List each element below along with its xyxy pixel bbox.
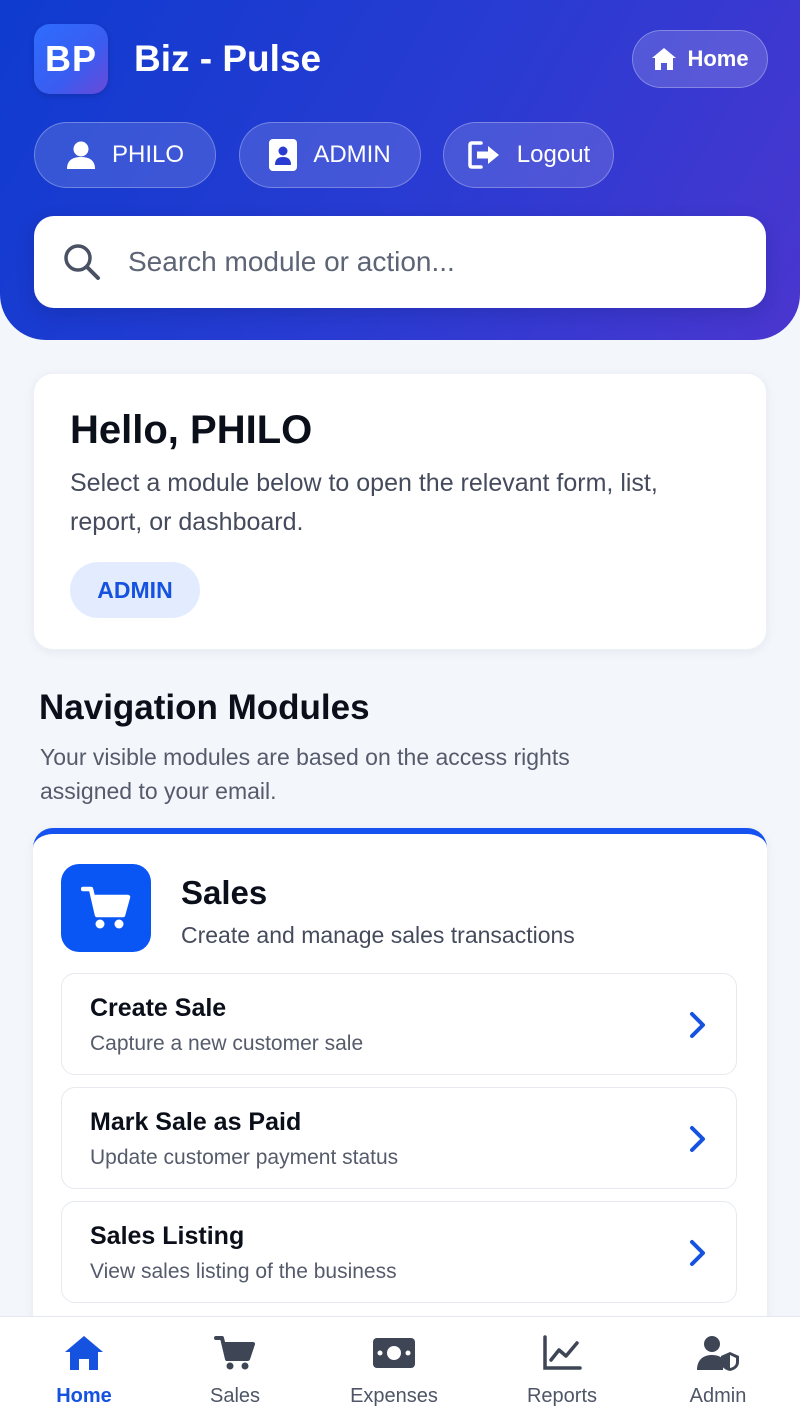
chevron-right-icon [690, 1240, 705, 1266]
action-title: Mark Sale as Paid [90, 1108, 302, 1136]
id-badge-icon [269, 139, 298, 171]
section-title: Navigation Modules [39, 688, 370, 727]
module-title: Sales [181, 874, 268, 911]
user-button[interactable]: PHILO [34, 122, 216, 188]
module-card-sales: Sales Create and manage sales transactio… [33, 828, 767, 1348]
nav-admin-label: Admin [689, 1385, 747, 1407]
app-logo: BP [34, 24, 108, 94]
action-description: Update customer payment status [90, 1146, 399, 1169]
nav-expenses[interactable]: Expenses [344, 1317, 444, 1421]
section-description: Your visible modules are based on the ac… [40, 744, 570, 804]
search-icon [64, 244, 100, 280]
cash-icon [373, 1338, 415, 1368]
search-input[interactable] [128, 240, 728, 284]
nav-home[interactable]: Home [34, 1317, 134, 1421]
module-icon [61, 864, 151, 952]
logout-button[interactable]: Logout [443, 122, 614, 188]
user-shield-icon [697, 1336, 739, 1371]
action-title: Sales Listing [90, 1222, 245, 1250]
cart-icon [214, 1336, 255, 1370]
chart-line-icon [543, 1335, 582, 1370]
chevron-right-icon [690, 1126, 705, 1152]
user-name-label: PHILO [111, 141, 185, 168]
home-button-label: Home [687, 46, 749, 71]
action-mark-sale-paid[interactable]: Mark Sale as Paid Update customer paymen… [61, 1087, 737, 1189]
role-button[interactable]: ADMIN [239, 122, 421, 188]
app-header: BP Biz - Pulse Home PHILO ADMIN Logout [0, 0, 800, 340]
action-description: Capture a new customer sale [90, 1032, 364, 1055]
chevron-right-icon [690, 1012, 705, 1038]
nav-reports-label: Reports [526, 1385, 598, 1407]
user-icon [66, 141, 95, 169]
nav-admin[interactable]: Admin [668, 1317, 768, 1421]
nav-home-label: Home [56, 1385, 112, 1407]
bottom-navigation: Home Sales Expenses Reports Admin [0, 1316, 800, 1421]
role-label: ADMIN [313, 141, 391, 168]
role-badge: ADMIN [70, 562, 200, 618]
home-button[interactable]: Home [632, 30, 768, 88]
module-description: Create and manage sales transactions [181, 922, 575, 948]
home-icon [652, 48, 677, 70]
nav-reports[interactable]: Reports [512, 1317, 612, 1421]
action-sales-listing[interactable]: Sales Listing View sales listing of the … [61, 1201, 737, 1303]
welcome-card: Hello, PHILO Select a module below to op… [33, 373, 767, 650]
logout-label: Logout [516, 141, 591, 168]
welcome-text: Select a module below to open the releva… [70, 469, 658, 536]
action-title: Create Sale [90, 994, 227, 1022]
app-title: Biz - Pulse [134, 38, 322, 79]
app-logo-text: BP [44, 38, 97, 79]
search-bar [34, 216, 766, 308]
action-create-sale[interactable]: Create Sale Capture a new customer sale [61, 973, 737, 1075]
logout-icon [468, 141, 499, 169]
nav-sales-label: Sales [209, 1385, 261, 1407]
nav-sales[interactable]: Sales [185, 1317, 285, 1421]
welcome-title: Hello, PHILO [70, 408, 313, 452]
nav-expenses-label: Expenses [350, 1385, 438, 1407]
cart-icon [81, 886, 131, 929]
home-icon [65, 1336, 103, 1370]
action-description: View sales listing of the business [90, 1260, 397, 1283]
